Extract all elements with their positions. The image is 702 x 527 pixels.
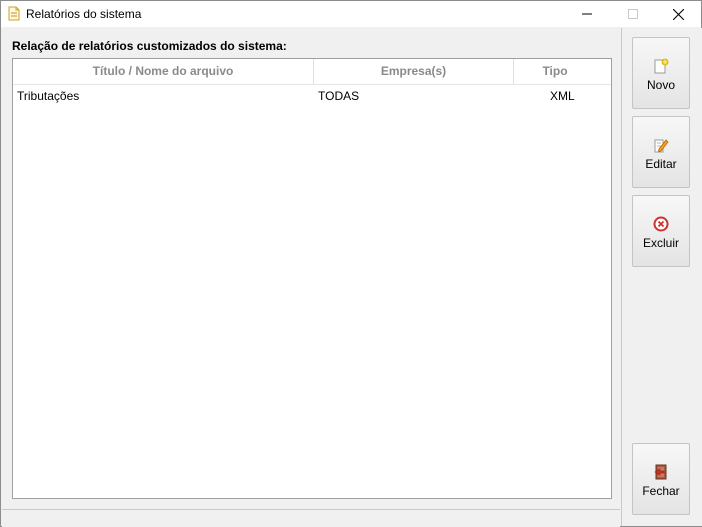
close-icon [672, 8, 684, 20]
edit-button[interactable]: Editar [632, 116, 690, 188]
new-button-label: Novo [646, 78, 675, 92]
maximize-icon [628, 9, 638, 19]
delete-button-label: Excluir [642, 236, 679, 250]
minimize-button[interactable] [564, 1, 610, 27]
new-document-icon [654, 58, 669, 74]
edit-pencil-icon [654, 139, 669, 153]
close-button-label: Fechar [642, 484, 680, 498]
status-bar [2, 509, 620, 527]
table-row[interactable]: Tributações TODAS XML [13, 85, 611, 107]
title-bar[interactable]: Relatórios do sistema [1, 1, 701, 27]
actions-panel: Novo Editar Excluir Fechar [621, 28, 702, 526]
edit-button-label: Editar [645, 157, 677, 171]
maximize-button [610, 1, 656, 27]
delete-button[interactable]: Excluir [632, 195, 690, 267]
reports-grid[interactable]: Título / Nome do arquivo Empresa(s) Tipo… [12, 58, 612, 499]
cell-title: Tributações [17, 89, 80, 103]
list-caption: Relação de relatórios customizados do si… [12, 39, 287, 53]
grid-header: Título / Nome do arquivo Empresa(s) Tipo [13, 59, 611, 85]
column-header-title[interactable]: Título / Nome do arquivo [13, 59, 314, 84]
reports-window: Relatórios do sistema Relação de relatór… [0, 0, 702, 527]
cell-type: XML [550, 89, 575, 103]
column-header-company[interactable]: Empresa(s) [314, 59, 514, 84]
minimize-icon [582, 13, 592, 15]
close-window-button[interactable] [655, 1, 701, 27]
close-button[interactable]: Fechar [632, 443, 690, 515]
delete-circle-icon [653, 216, 669, 232]
new-button[interactable]: Novo [632, 37, 690, 109]
window-title: Relatórios do sistema [26, 7, 142, 21]
document-icon [8, 6, 20, 21]
cell-company: TODAS [318, 89, 360, 103]
exit-door-icon [654, 464, 667, 480]
report-list-panel: Relação de relatórios customizados do si… [2, 28, 620, 509]
column-header-type[interactable]: Tipo [514, 59, 596, 84]
